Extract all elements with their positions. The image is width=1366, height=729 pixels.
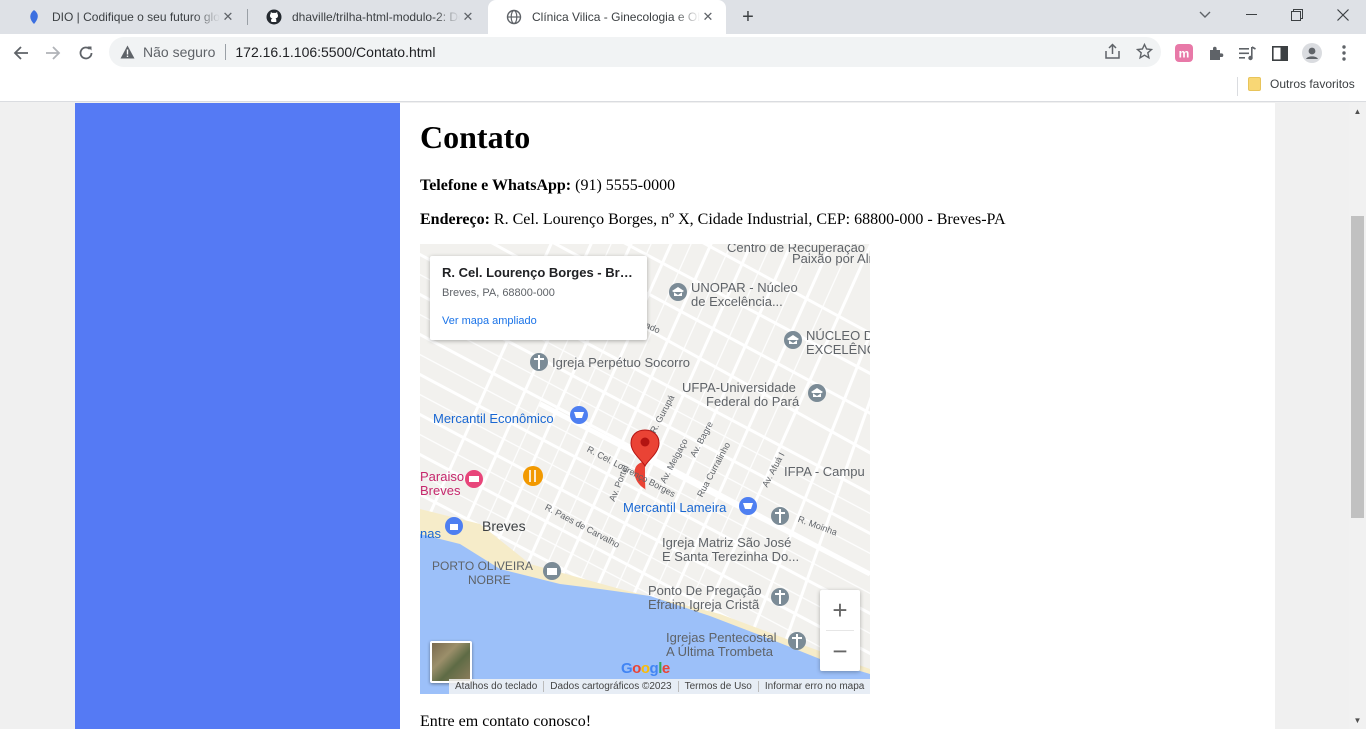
map-label: IFPA - Campu (784, 464, 865, 479)
map-label: EXCELÊNC (806, 342, 870, 357)
extension-m-icon[interactable]: m (1174, 43, 1194, 63)
map-label: PORTO OLIVEIRA (432, 559, 533, 573)
address-line: Endereço: R. Cel. Lourenço Borges, nº X,… (420, 211, 1006, 229)
share-icon[interactable] (1102, 41, 1122, 61)
embedded-map[interactable]: Centro de Recuperação Paixão por Almas U… (420, 244, 870, 694)
map-label: E Santa Terezinha Do... (662, 549, 800, 564)
bookmark-star-icon[interactable] (1134, 41, 1154, 61)
tab-github[interactable]: dhaville/trilha-html-modulo-2: Desafio ✕ (248, 0, 486, 34)
map-label: UFPA-Universidade (682, 380, 796, 395)
reload-button[interactable] (70, 37, 102, 69)
tab-search-icon[interactable] (1182, 0, 1228, 30)
map-footer: Atalhos do teclado Dados cartográficos ©… (449, 679, 870, 694)
google-logo: Google (621, 660, 670, 677)
reading-list-icon[interactable] (1237, 43, 1257, 63)
scroll-down-arrow-icon[interactable]: ▼ (1349, 712, 1366, 729)
folder-icon (1248, 77, 1261, 91)
map-label: nas (420, 526, 441, 541)
page-title: Contato (420, 119, 531, 155)
main-content: Contato Telefone e WhatsApp: (91) 5555-0… (400, 103, 1275, 729)
scroll-up-arrow-icon[interactable]: ▲ (1349, 103, 1366, 120)
new-tab-button[interactable]: + (736, 5, 760, 29)
map-label: Breves (482, 518, 526, 534)
map-label: de Excelência... (691, 294, 783, 309)
address-bar[interactable]: Não seguro 172.16.1.106:5500/Contato.htm… (109, 37, 1161, 67)
restore-button[interactable] (1274, 0, 1320, 30)
tab-dio[interactable]: DIO | Codifique o seu futuro global agor… (8, 0, 246, 34)
page-scrollbar[interactable]: ▲ ▼ (1349, 103, 1366, 729)
puzzle-icon[interactable] (1206, 43, 1226, 63)
dio-icon (26, 9, 42, 25)
place-title: R. Cel. Lourenço Borges - Breves (442, 265, 635, 280)
keyboard-shortcuts-link[interactable]: Atalhos do teclado (449, 681, 543, 692)
map-label: Federal do Pará (706, 394, 800, 409)
profile-avatar-icon[interactable] (1302, 43, 1322, 63)
zoom-controls: + − (820, 590, 860, 671)
map-label: Igreja Perpétuo Socorro (552, 355, 691, 370)
svg-text:m: m (1179, 47, 1190, 61)
map-label: Igreja Matriz São José (662, 535, 792, 550)
map-data-text: Dados cartográficos ©2023 (543, 681, 677, 692)
map-label: Paraiso (420, 469, 465, 484)
security-label[interactable]: Não seguro (143, 44, 215, 60)
contact-cta: Entre em contato conosco! (420, 713, 592, 729)
terms-link[interactable]: Termos de Uso (677, 681, 758, 692)
page-viewport: Contato Telefone e WhatsApp: (91) 5555-0… (0, 103, 1349, 729)
sidebar-panel (75, 103, 400, 729)
zoom-out-button[interactable]: − (820, 631, 860, 671)
side-panel-icon[interactable] (1270, 43, 1290, 63)
map-label: NOBRE (468, 573, 511, 587)
phone-line: Telefone e WhatsApp: (91) 5555-0000 (420, 177, 675, 195)
map-label: NÚCLEO D (806, 328, 870, 343)
url-text[interactable]: 172.16.1.106:5500/Contato.html (235, 44, 435, 60)
tab-clinica[interactable]: Clínica Vilica - Ginecologia e Obstetríc… (488, 0, 726, 34)
divider (1237, 77, 1238, 96)
place-address: Breves, PA, 68800-000 (442, 287, 555, 299)
tab-title: Clínica Vilica - Ginecologia e Obstetríc… (532, 10, 700, 24)
phone-value: (91) 5555-0000 (575, 177, 676, 194)
close-tab-icon[interactable]: ✕ (220, 9, 236, 25)
menu-kebab-icon[interactable] (1334, 43, 1354, 63)
forward-button[interactable] (37, 37, 69, 69)
map-label: Paixão por Almas (792, 251, 870, 266)
scroll-thumb[interactable] (1351, 216, 1364, 518)
tab-title: DIO | Codifique o seu futuro global agor… (52, 10, 220, 24)
map-label: A Última Trombeta (666, 644, 773, 659)
tab-strip: DIO | Codifique o seu futuro global agor… (0, 0, 1366, 34)
map-label: Breves (420, 483, 461, 498)
folder-label: Outros favoritos (1270, 77, 1355, 91)
globe-icon (506, 9, 522, 25)
minimize-button[interactable] (1228, 0, 1274, 30)
github-icon (266, 9, 282, 25)
map-label: Igrejas Pentecostal (666, 630, 777, 645)
map-label: Efraim Igreja Cristã (648, 597, 760, 612)
other-bookmarks-folder[interactable]: Outros favoritos (1248, 77, 1355, 91)
map-label: Ponto De Pregação (648, 583, 762, 598)
close-tab-icon[interactable]: ✕ (700, 9, 716, 25)
warning-icon[interactable] (119, 44, 135, 60)
larger-map-link[interactable]: Ver mapa ampliado (442, 315, 635, 327)
satellite-toggle-button[interactable] (430, 641, 472, 683)
tab-title: dhaville/trilha-html-modulo-2: Desafio (292, 10, 460, 24)
place-info-card: R. Cel. Lourenço Borges - Breves Breves,… (430, 256, 647, 340)
close-window-button[interactable] (1320, 0, 1366, 30)
map-label: Mercantil Lameira (623, 500, 727, 515)
zoom-in-button[interactable]: + (820, 590, 860, 630)
bookmarks-bar: Outros favoritos (0, 71, 1366, 102)
close-tab-icon[interactable]: ✕ (460, 9, 476, 25)
map-label: UNOPAR - Núcleo (691, 280, 798, 295)
map-label: Mercantil Econômico (433, 411, 554, 426)
divider (225, 44, 227, 60)
address-value: R. Cel. Lourenço Borges, nº X, Cidade In… (493, 211, 1006, 228)
phone-label: Telefone e WhatsApp: (420, 177, 572, 194)
report-error-link[interactable]: Informar erro no mapa (757, 681, 870, 692)
browser-toolbar: Não seguro 172.16.1.106:5500/Contato.htm… (0, 34, 1366, 71)
address-label: Endereço: (420, 211, 490, 228)
back-button[interactable] (5, 37, 37, 69)
